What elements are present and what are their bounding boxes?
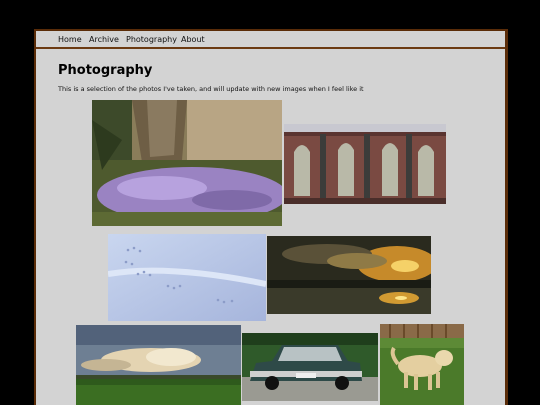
car-image [242,333,378,401]
nav-home-link[interactable]: Home [58,35,82,44]
photo-car[interactable] [242,333,378,401]
page-title: Photography [58,63,153,78]
photo-sunset[interactable] [267,236,431,314]
page-intro: This is a selection of the photos I've t… [58,85,364,93]
nav-archive-link[interactable]: Archive [89,35,119,44]
page-border: Home Archive Photography About Photograp… [34,29,508,405]
church-image [284,124,446,204]
nav-photography-link[interactable]: Photography [126,35,177,44]
photo-crocus[interactable] [92,100,282,226]
sunset-image [267,236,431,314]
photo-snow[interactable] [108,234,266,321]
page-frame: Home Archive Photography About Photograp… [31,26,511,405]
nav-about-link[interactable]: About [181,35,205,44]
photo-field[interactable] [76,325,241,405]
dog-image [380,324,464,405]
crocus-image [92,100,282,226]
top-nav: Home Archive Photography About [36,31,505,49]
page-content: Home Archive Photography About Photograp… [36,31,505,405]
snow-image [108,234,266,321]
photo-church[interactable] [284,124,446,204]
field-image [76,325,241,405]
photo-dog[interactable] [380,324,464,405]
